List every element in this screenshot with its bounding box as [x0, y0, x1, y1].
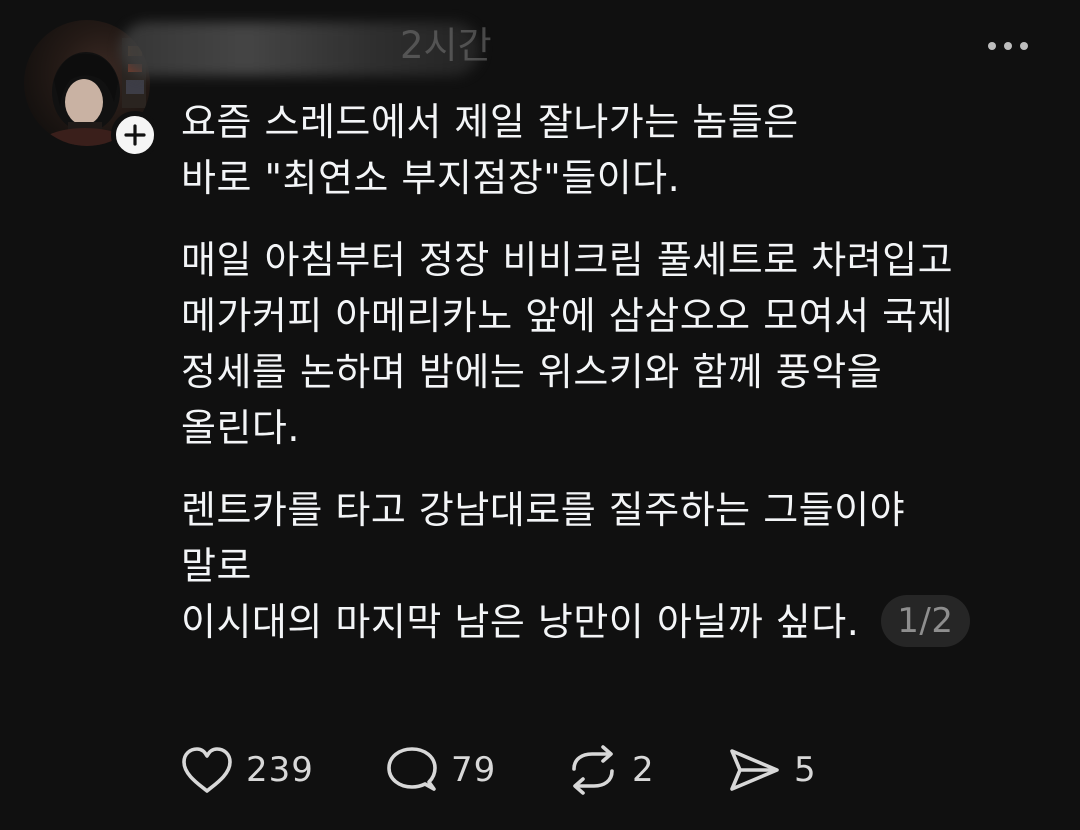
- repost-count: 2: [632, 750, 655, 790]
- post-line: 정세를 논하며 밤에는 위스키와 함께 풍악을: [181, 350, 883, 394]
- post-actions: 239 79 2 5: [180, 742, 880, 798]
- heart-icon: [182, 747, 232, 793]
- like-count: 239: [246, 750, 314, 790]
- follow-button[interactable]: [111, 111, 159, 159]
- post-line: 매일 아침부터 정장 비비크림 풀세트로 차려입고: [181, 238, 954, 282]
- post-timestamp: 2시간: [400, 24, 492, 67]
- comment-count: 79: [451, 750, 497, 790]
- post-line: 렌트카를 타고 강남대로를 질주하는 그들이야: [181, 488, 906, 532]
- like-button[interactable]: 239: [180, 742, 314, 798]
- share-button[interactable]: 5: [728, 742, 817, 798]
- comment-button[interactable]: 79: [385, 742, 496, 798]
- share-count: 5: [794, 750, 817, 790]
- repost-button[interactable]: 2: [566, 742, 655, 798]
- comment-bubble-icon: [387, 747, 437, 791]
- send-icon: [730, 749, 779, 791]
- repost-icon: [572, 745, 614, 795]
- post-text: 요즘 스레드에서 제일 잘나가는 놈들은 바로 "최연소 부지점장"들이다. 매…: [181, 94, 1051, 651]
- post-line-text: 이시대의 마지막 남은 낭만이 아닐까 싶다.: [181, 600, 860, 644]
- page-indicator: 1/2: [881, 594, 970, 647]
- post-line: 메가커피 아메리카노 앞에 삼삼오오 모여서 국제: [181, 294, 954, 338]
- post-line: 바로 "최연소 부지점장"들이다.: [181, 156, 681, 200]
- post-line: 올린다.: [181, 406, 300, 450]
- post-line-last: 이시대의 마지막 남은 낭만이 아닐까 싶다. 1/2: [181, 594, 1051, 651]
- plus-icon: [124, 124, 146, 146]
- post-line: 말로: [181, 544, 252, 588]
- more-horizontal-icon: [988, 42, 1028, 50]
- post-line: 요즘 스레드에서 제일 잘나가는 놈들은: [181, 100, 799, 144]
- more-options-button[interactable]: [984, 36, 1032, 56]
